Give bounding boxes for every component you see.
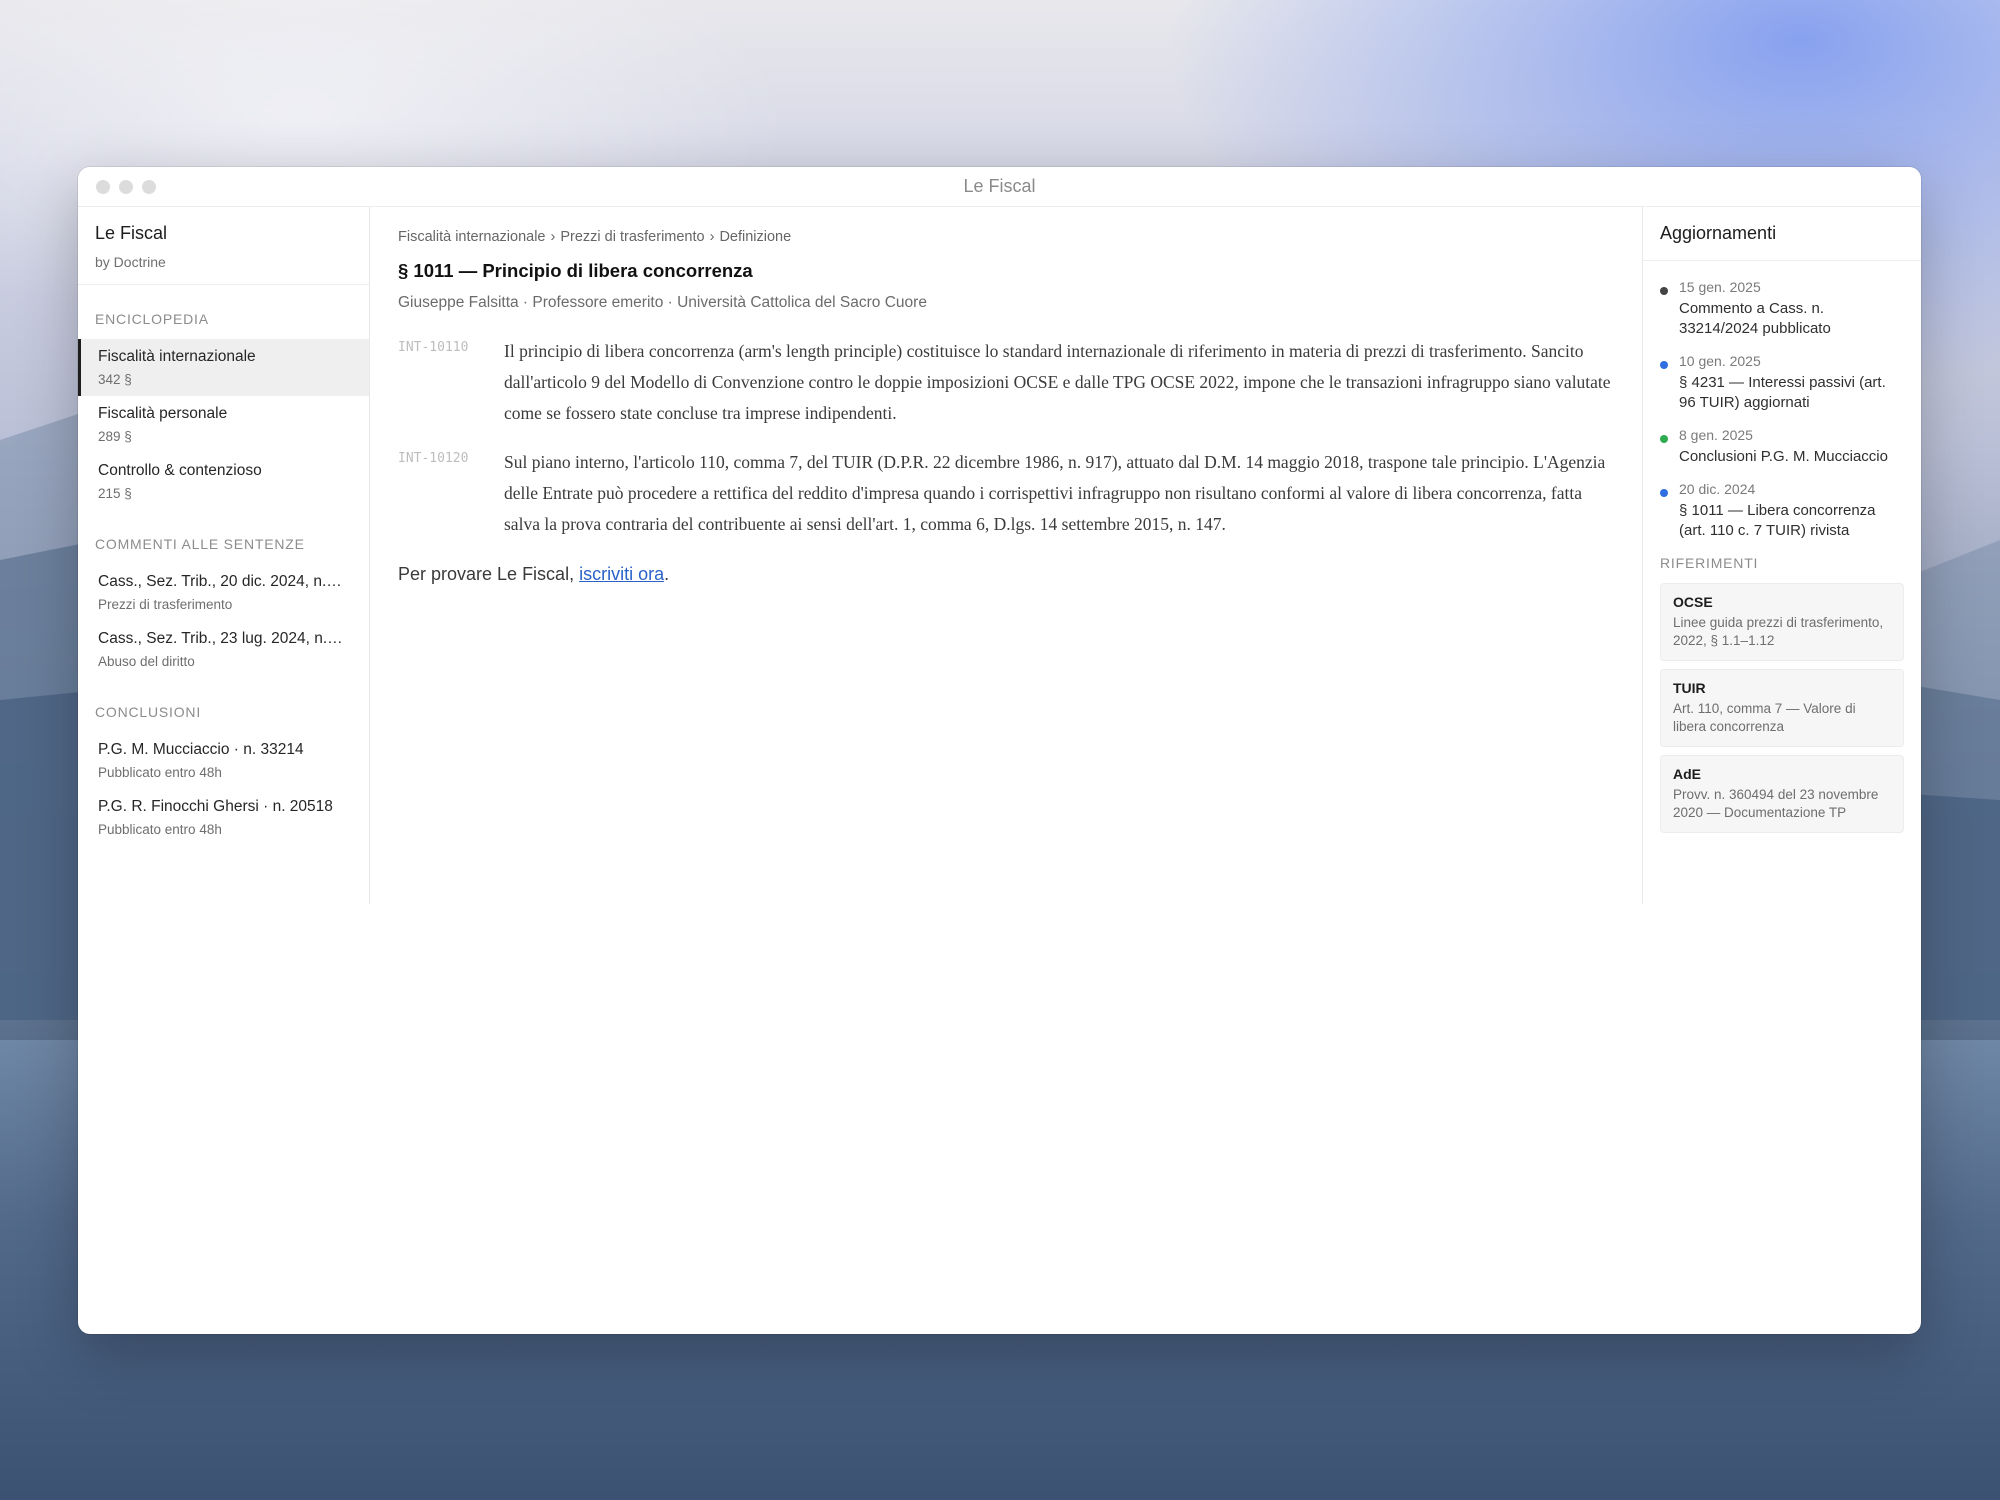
references-heading: RIFERIMENTI <box>1660 555 1759 571</box>
signup-prompt-text: Per provare Le Fiscal, <box>398 564 580 584</box>
paragraph: INT-10110 Il principio di libera concorr… <box>398 336 1614 429</box>
sidebar-item-label: Fiscalità personale <box>98 405 228 422</box>
updates-list: 15 gen. 2025 Commento a Cass. n. 33214/2… <box>1643 261 1921 541</box>
section-heading-commenti: COMMENTI ALLE SENTENZE <box>95 536 305 552</box>
brand-subtitle: by Doctrine <box>95 254 166 270</box>
sidebar-item-fiscalita-internazionale[interactable]: Fiscalità internazionale 342 § <box>78 339 369 396</box>
sidebar-item-count: 289 § <box>98 429 132 444</box>
reference-text: Art. 110, comma 7 — Valore di libera con… <box>1673 701 1856 734</box>
signup-prompt: Per provare Le Fiscal, iscriviti ora. <box>398 564 1614 585</box>
sidebar-item-count: 342 § <box>98 372 132 387</box>
title-bar: Le Fiscal <box>78 167 1921 207</box>
section-heading-enciclopedia: ENCICLOPEDIA <box>95 311 209 327</box>
author-line: Giuseppe Falsitta · Professore emerito ·… <box>398 294 927 311</box>
reference-title: AdE <box>1673 766 1701 782</box>
update-item[interactable]: 20 dic. 2024 § 1011 — Libera concorrenza… <box>1660 481 1904 541</box>
signup-prompt-end: . <box>664 564 670 584</box>
section-heading-conclusioni: CONCLUSIONI <box>95 704 202 720</box>
paragraph: INT-10120 Sul piano interno, l'articolo … <box>398 447 1614 540</box>
reference-card[interactable]: AdE Provv. n. 360494 del 23 novembre 202… <box>1660 755 1904 833</box>
update-item[interactable]: 15 gen. 2025 Commento a Cass. n. 33214/2… <box>1660 279 1904 339</box>
update-text: § 1011 — Libera concorrenza (art. 110 c.… <box>1679 502 1876 539</box>
sidebar-item-label: Cass., Sez. Trib., 23 lug. 2024, n.… <box>98 630 343 647</box>
paragraph-text: Il principio di libera concorrenza (arm'… <box>504 341 1611 423</box>
sidebar-item-comment-1[interactable]: Cass., Sez. Trib., 20 dic. 2024, n.… Pre… <box>78 564 369 621</box>
sidebar-item-controllo-contenzioso[interactable]: Controllo & contenzioso 215 § <box>78 453 369 510</box>
breadcrumb-separator: › <box>709 229 715 245</box>
reference-title: TUIR <box>1673 680 1706 696</box>
status-dot-icon <box>1660 361 1668 369</box>
brand-title[interactable]: Le Fiscal <box>95 223 352 244</box>
paragraph-id[interactable]: INT-10120 <box>398 447 504 540</box>
sidebar: Le Fiscal by Doctrine ENCICLOPEDIA Fisca… <box>78 207 370 904</box>
updates-panel: Aggiornamenti 15 gen. 2025 Commento a Ca… <box>1642 207 1921 904</box>
breadcrumb-separator: › <box>550 229 556 245</box>
sidebar-item-status: Pubblicato entro 48h <box>98 822 222 837</box>
update-text: Conclusioni P.G. M. Mucciaccio <box>1679 448 1888 465</box>
update-text: § 4231 — Interessi passivi (art. 96 TUIR… <box>1679 374 1886 411</box>
reference-text: Linee guida prezzi di trasferimento, 202… <box>1673 615 1884 648</box>
sidebar-item-conclusion-1[interactable]: P.G. M. Mucciaccio · n. 33214 Pubblicato… <box>78 732 369 789</box>
breadcrumb-item[interactable]: Definizione <box>719 229 791 245</box>
window-title: Le Fiscal <box>963 176 1036 196</box>
breadcrumb: Fiscalità internazionale › Prezzi di trasf… <box>398 229 1614 245</box>
status-dot-icon <box>1660 287 1668 295</box>
sidebar-item-label: P.G. R. Finocchi Ghersi · n. 20518 <box>98 798 333 815</box>
update-date: 20 dic. 2024 <box>1679 481 1756 497</box>
update-item[interactable]: 8 gen. 2025 Conclusioni P.G. M. Mucciacc… <box>1660 427 1904 467</box>
updates-heading: Aggiornamenti <box>1643 207 1921 261</box>
main-content: Fiscalità internazionale › Prezzi di trasf… <box>370 207 1642 904</box>
sidebar-item-label: Cass., Sez. Trib., 20 dic. 2024, n.… <box>98 573 342 590</box>
sidebar-item-count: 215 § <box>98 486 132 501</box>
sidebar-item-topic: Prezzi di trasferimento <box>98 597 233 612</box>
sidebar-item-label: Fiscalità internazionale <box>98 348 256 365</box>
signup-link[interactable]: iscriviti ora <box>579 564 664 584</box>
sidebar-item-fiscalita-personale[interactable]: Fiscalità personale 289 § <box>78 396 369 453</box>
status-dot-icon <box>1660 489 1668 497</box>
reference-card[interactable]: TUIR Art. 110, comma 7 — Valore di liber… <box>1660 669 1904 747</box>
update-date: 10 gen. 2025 <box>1679 353 1761 369</box>
update-date: 8 gen. 2025 <box>1679 427 1753 443</box>
app-window: Le Fiscal Le Fiscal by Doctrine ENCICLOP… <box>78 167 1921 1334</box>
breadcrumb-item[interactable]: Fiscalità internazionale <box>398 229 546 245</box>
reference-title: OCSE <box>1673 594 1713 610</box>
sidebar-item-label: Controllo & contenzioso <box>98 462 262 479</box>
reference-text: Provv. n. 360494 del 23 novembre 2020 — … <box>1673 787 1879 820</box>
reference-card[interactable]: OCSE Linee guida prezzi di trasferimento… <box>1660 583 1904 661</box>
sidebar-item-comment-2[interactable]: Cass., Sez. Trib., 23 lug. 2024, n.… Abu… <box>78 621 369 678</box>
sidebar-item-status: Pubblicato entro 48h <box>98 765 222 780</box>
page-title: § 1011 — Principio di libera concorrenza <box>398 260 753 281</box>
update-text: Commento a Cass. n. 33214/2024 pubblicat… <box>1679 300 1831 337</box>
paragraph-text: Sul piano interno, l'articolo 110, comma… <box>504 452 1606 534</box>
brand: Le Fiscal by Doctrine <box>78 207 369 285</box>
update-item[interactable]: 10 gen. 2025 § 4231 — Interessi passivi … <box>1660 353 1904 413</box>
paragraph-id[interactable]: INT-10110 <box>398 336 504 429</box>
breadcrumb-item[interactable]: Prezzi di trasferimento <box>560 229 704 245</box>
sidebar-item-conclusion-2[interactable]: P.G. R. Finocchi Ghersi · n. 20518 Pubbl… <box>78 789 369 846</box>
sidebar-item-topic: Abuso del diritto <box>98 654 195 669</box>
sidebar-item-label: P.G. M. Mucciaccio · n. 33214 <box>98 741 304 758</box>
status-dot-icon <box>1660 435 1668 443</box>
update-date: 15 gen. 2025 <box>1679 279 1761 295</box>
